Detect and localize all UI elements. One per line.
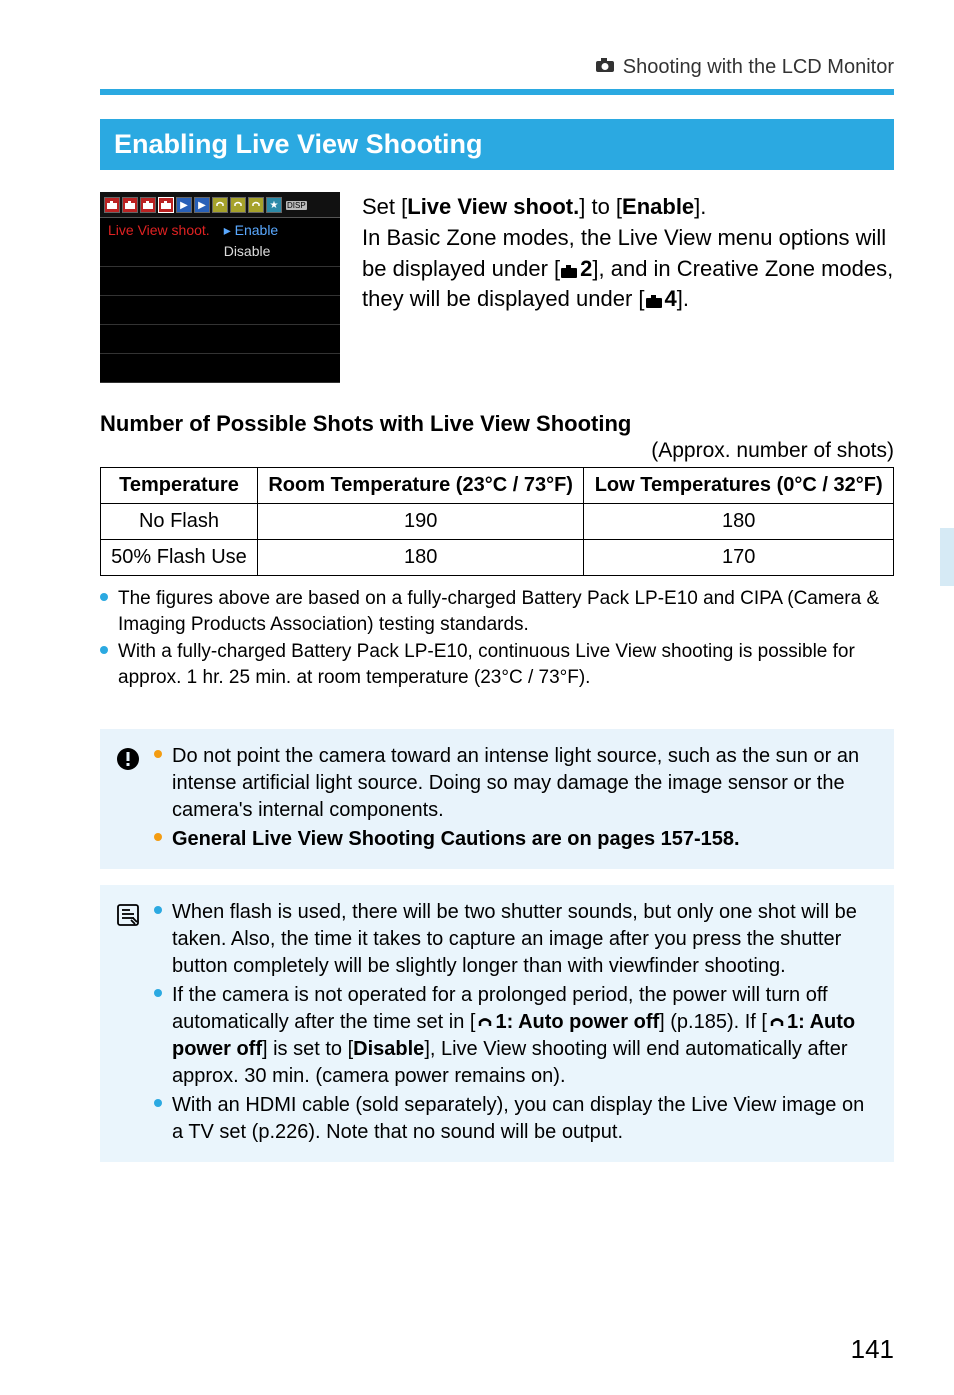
tab-mymenu: ★ — [266, 197, 282, 213]
bullet-icon — [154, 906, 162, 914]
bullet-icon — [154, 1099, 162, 1107]
table-head: Low Temperatures (0°C / 32°F) — [584, 468, 894, 504]
info-box: When flash is used, there will be two sh… — [100, 885, 894, 1162]
caution-bullet: Do not point the camera toward an intens… — [154, 743, 878, 824]
tab-row: ▶ ▶ ★ DISP — [100, 192, 340, 218]
body-bullet: With a fully-charged Battery Pack LP-E10… — [100, 639, 894, 690]
bullet-icon — [154, 833, 162, 841]
note-icon — [116, 903, 140, 927]
page-number: 141 — [851, 1334, 894, 1365]
caution-box: Do not point the camera toward an intens… — [100, 729, 894, 869]
wrench-icon — [767, 1015, 787, 1031]
tab-play-1: ▶ — [176, 197, 192, 213]
section-heading: Enabling Live View Shooting — [100, 119, 894, 170]
bullet-icon — [100, 593, 108, 601]
side-tab — [940, 528, 954, 586]
tab-shoot-2 — [122, 197, 138, 213]
bullet-icon — [154, 989, 162, 997]
subsection-heading: Number of Possible Shots with Live View … — [100, 411, 894, 437]
tab-setup-1 — [212, 197, 228, 213]
caution-bullet: General Live View Shooting Cautions are … — [154, 826, 878, 853]
header-text: Shooting with the LCD Monitor — [623, 56, 894, 79]
bullet-icon — [100, 646, 108, 654]
table-row: No Flash 190 180 — [101, 504, 894, 540]
info-bullet: If the camera is not operated for a prol… — [154, 982, 878, 1090]
table-head: Room Temperature (23°C / 73°F) — [257, 468, 583, 504]
tab-setup-3 — [248, 197, 264, 213]
camera-icon — [645, 293, 665, 309]
intro-text: Set [Live View shoot.] to [Enable]. In B… — [362, 192, 894, 315]
info-bullet: When flash is used, there will be two sh… — [154, 899, 878, 980]
camera-icon — [560, 263, 580, 279]
empty-rows — [100, 263, 340, 383]
info-bullet: With an HDMI cable (sold separately), yo… — [154, 1092, 878, 1146]
disp-label: DISP — [286, 201, 307, 210]
menu-row-live-view: Live View shoot. Enable Disable — [100, 218, 340, 263]
menu-screenshot: ▶ ▶ ★ DISP Live View shoot. Enable Dis — [100, 192, 340, 383]
camera-icon — [595, 56, 615, 79]
tab-play-2: ▶ — [194, 197, 210, 213]
body-bullet: The figures above are based on a fully-c… — [100, 586, 894, 637]
table-row: 50% Flash Use 180 170 — [101, 540, 894, 576]
tab-shoot-1 — [104, 197, 120, 213]
menu-option-enable: Enable — [224, 222, 279, 239]
wrench-icon — [475, 1015, 495, 1031]
bullet-icon — [154, 750, 162, 758]
tab-shoot-4-active — [158, 197, 174, 213]
menu-option-disable: Disable — [224, 243, 279, 259]
warning-icon — [116, 747, 140, 771]
tab-shoot-3 — [140, 197, 156, 213]
shots-table: Temperature Room Temperature (23°C / 73°… — [100, 467, 894, 576]
menu-label: Live View shoot. — [108, 222, 210, 238]
approx-note: (Approx. number of shots) — [100, 439, 894, 463]
tab-setup-2 — [230, 197, 246, 213]
table-head: Temperature — [101, 468, 258, 504]
